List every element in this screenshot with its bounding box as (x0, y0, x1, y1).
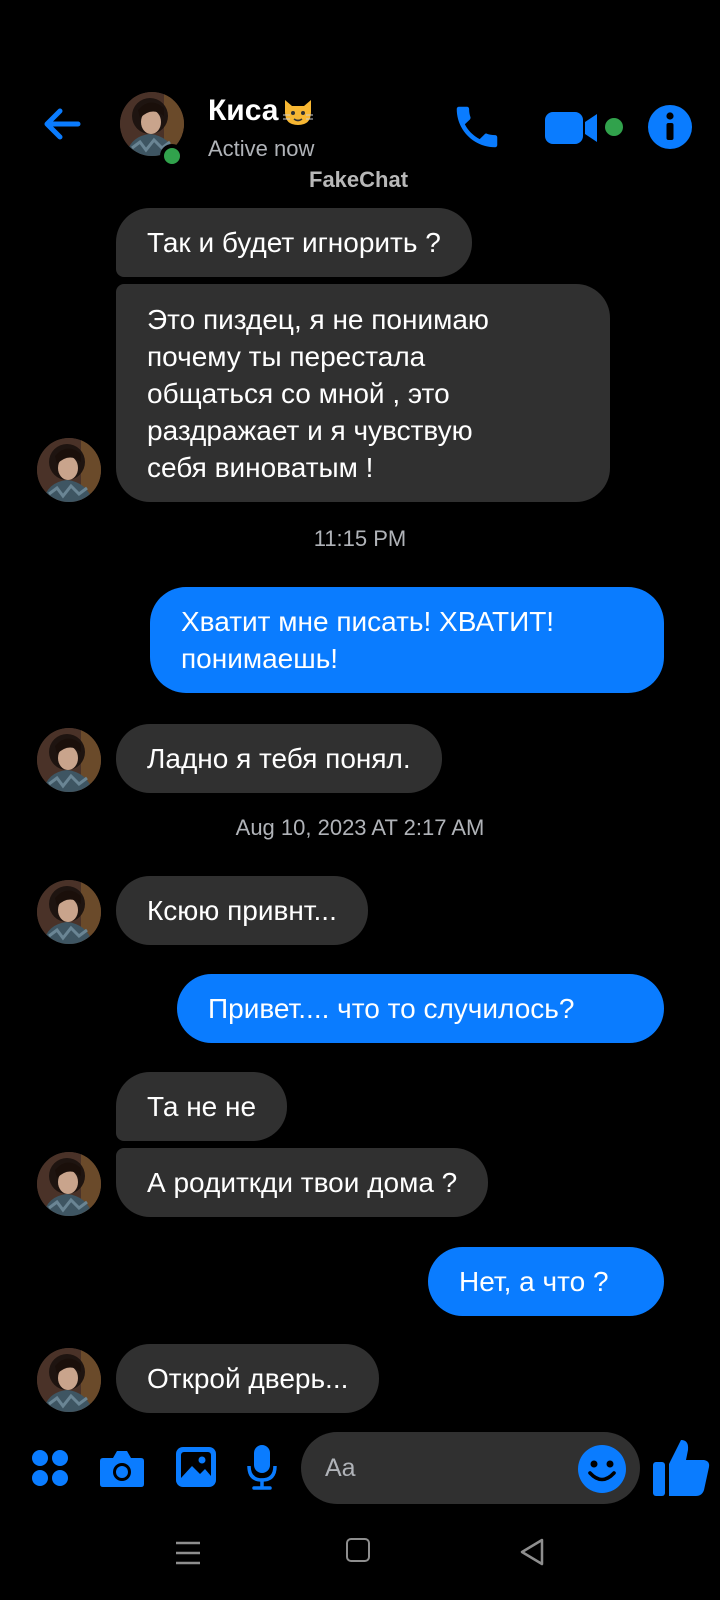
sender-avatar (37, 1348, 101, 1412)
timestamp: 11:15 PM (313, 526, 407, 551)
sender-avatar (37, 728, 101, 792)
video-camera-icon[interactable] (545, 108, 605, 148)
sender-avatar (37, 880, 101, 944)
message-bubble-incoming[interactable]: Это пиздец, я не понимаю почему ты перес… (116, 284, 610, 502)
message-input-placeholder: Aa (325, 1454, 356, 1482)
info-icon[interactable] (647, 104, 693, 150)
timestamp: Aug 10, 2023 AT 2:17 AM (235, 815, 485, 840)
watermark: FakeChat (309, 167, 409, 192)
camera-icon[interactable] (99, 1448, 145, 1488)
thumbs-up-icon[interactable] (651, 1436, 711, 1498)
video-online-dot (605, 118, 623, 136)
contact-status: Active now (208, 136, 315, 161)
message-bubble-incoming[interactable]: А родиткди твои дома ? (116, 1148, 489, 1217)
back-icon[interactable] (518, 1537, 546, 1567)
back-arrow-icon[interactable] (38, 100, 86, 148)
apps-grid-icon[interactable] (30, 1448, 70, 1488)
message-bubble-incoming[interactable]: Открой дверь... (116, 1344, 380, 1413)
microphone-icon[interactable] (246, 1444, 278, 1490)
sender-avatar (37, 438, 101, 502)
emoji-icon[interactable] (577, 1444, 627, 1494)
contact-name[interactable]: Киса (208, 94, 315, 128)
message-bubble-incoming[interactable]: Та не не (116, 1072, 288, 1141)
sender-avatar (37, 1152, 101, 1216)
message-bubble-incoming[interactable]: Ксюю привнт... (116, 876, 368, 945)
message-bubble-outgoing[interactable]: Привет.... что то случилось? (177, 974, 664, 1043)
message-bubble-outgoing[interactable]: Нет, а что ? (428, 1247, 664, 1316)
gallery-icon[interactable] (175, 1446, 217, 1488)
online-indicator (160, 144, 184, 168)
message-bubble-outgoing[interactable]: Хватит мне писать! ХВАТИТ! понимаешь! (150, 587, 664, 693)
message-bubble-incoming[interactable]: Ладно я тебя понял. (116, 724, 442, 793)
home-icon[interactable] (346, 1538, 370, 1562)
contact-name-text: Киса (208, 94, 279, 127)
message-bubble-incoming[interactable]: Так и будет игнорить ? (116, 208, 472, 277)
phone-icon[interactable] (450, 100, 504, 154)
cat-face-emoji-icon (282, 100, 313, 125)
recent-apps-icon[interactable] (174, 1540, 202, 1566)
